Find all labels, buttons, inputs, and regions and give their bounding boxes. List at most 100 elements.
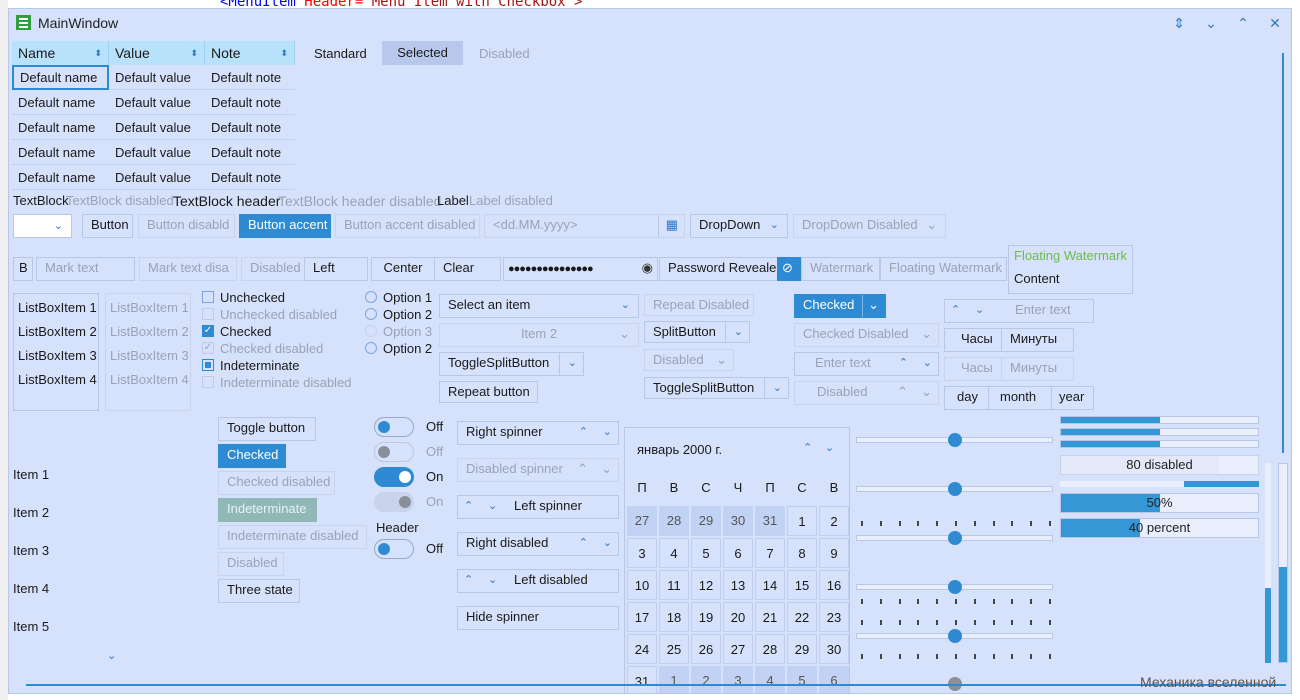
chevron-down-icon[interactable]: ⌄ bbox=[603, 422, 612, 442]
chevron-up-icon[interactable]: ⌃ bbox=[579, 422, 588, 442]
calendar-day[interactable]: 8 bbox=[787, 538, 817, 568]
calendar-day[interactable]: 14 bbox=[755, 570, 785, 600]
calendar-day[interactable]: 3 bbox=[627, 538, 657, 568]
calendar-day[interactable]: 20 bbox=[723, 602, 753, 632]
table-cell[interactable]: Default name bbox=[12, 140, 109, 165]
calendar-title[interactable]: январь 2000 г. bbox=[637, 442, 722, 457]
listbox-item[interactable]: ListBoxItem 2 bbox=[18, 320, 97, 344]
chevron-down-icon[interactable]: ⌄ bbox=[488, 496, 497, 516]
calendar-day[interactable]: 6 bbox=[819, 666, 849, 693]
eye-off-icon[interactable]: ⊘ bbox=[777, 257, 801, 281]
calendar-day[interactable]: 25 bbox=[659, 634, 689, 664]
grid-header-note[interactable]: Note ⬍ bbox=[205, 41, 295, 65]
checked-split-toggle[interactable]: Checked ⌄ bbox=[794, 294, 886, 318]
calendar-day[interactable]: 6 bbox=[723, 538, 753, 568]
toggle-button[interactable]: Toggle button bbox=[218, 417, 316, 441]
chevron-down-icon[interactable]: ⌄ bbox=[107, 649, 116, 662]
calendar-day[interactable]: 1 bbox=[787, 506, 817, 536]
toggle-button-checked[interactable]: Checked bbox=[218, 444, 286, 468]
color-dropdown[interactable]: ⌄ bbox=[13, 214, 72, 238]
app-menu-icon[interactable] bbox=[16, 15, 31, 30]
slider-thumb[interactable] bbox=[948, 482, 962, 496]
table-cell[interactable]: Default value bbox=[109, 140, 205, 165]
password-revealed[interactable]: Password Revealed bbox=[659, 257, 778, 281]
table-cell[interactable]: Default name bbox=[12, 90, 109, 115]
calendar-day[interactable]: 24 bbox=[627, 634, 657, 664]
calendar-day[interactable]: 5 bbox=[691, 538, 721, 568]
dropdown-button[interactable]: DropDown ⌄ bbox=[690, 214, 788, 238]
chevron-up-icon[interactable]: ⌃ bbox=[1231, 13, 1255, 33]
left-disabled-spinner[interactable]: ⌃ ⌄ Left disabled bbox=[457, 569, 619, 593]
toggle-split-button[interactable]: ToggleSplitButton ⌄ bbox=[439, 352, 584, 376]
floating-watermark-content-input[interactable]: Floating Watermark Content bbox=[1008, 245, 1133, 294]
watermark-input[interactable]: Watermark bbox=[801, 257, 880, 281]
textbox-center[interactable]: Center bbox=[371, 257, 435, 281]
tab-standard[interactable]: Standard bbox=[314, 46, 367, 61]
radio-option-2[interactable] bbox=[365, 308, 377, 320]
table-cell[interactable]: Default value bbox=[109, 115, 205, 140]
table-cell[interactable]: Default note bbox=[205, 115, 295, 140]
list-item[interactable]: Item 2 bbox=[13, 505, 49, 520]
date-parts-picker[interactable]: day month year bbox=[944, 386, 1094, 410]
checkbox-indeterminate[interactable] bbox=[202, 359, 214, 371]
checkbox-unchecked[interactable] bbox=[202, 291, 214, 303]
calendar-day[interactable]: 7 bbox=[755, 538, 785, 568]
listbox-item[interactable]: ListBoxItem 1 bbox=[18, 296, 97, 320]
calendar-day[interactable]: 29 bbox=[787, 634, 817, 664]
chevron-down-icon[interactable]: ⌄ bbox=[603, 533, 612, 553]
calendar-day[interactable]: 1 bbox=[659, 666, 689, 693]
left-spinner[interactable]: ⌃ ⌄ Left spinner bbox=[457, 495, 619, 519]
chevron-down-icon[interactable]: ⌄ bbox=[773, 378, 782, 398]
toggle-button-indeterminate[interactable]: Indeterminate bbox=[218, 498, 317, 522]
right-spinner[interactable]: Right spinner ⌃ ⌄ bbox=[457, 421, 619, 445]
calendar-icon[interactable]: ▦ bbox=[666, 215, 678, 235]
calendar-day[interactable]: 18 bbox=[659, 602, 689, 632]
calendar-day[interactable]: 2 bbox=[819, 506, 849, 536]
toggle-button-three-state[interactable]: Three state bbox=[218, 579, 300, 603]
calendar-day[interactable]: 26 bbox=[691, 634, 721, 664]
switch-on[interactable] bbox=[374, 467, 414, 487]
textbox-left[interactable]: Left bbox=[304, 257, 368, 281]
chevron-up-icon[interactable]: ⌃ bbox=[899, 353, 908, 373]
eye-icon[interactable]: ◉ bbox=[642, 258, 653, 278]
calendar-day[interactable]: 28 bbox=[659, 506, 689, 536]
calendar-day[interactable]: 9 bbox=[819, 538, 849, 568]
chevron-down-icon[interactable]: ⌄ bbox=[734, 322, 743, 342]
grid-header-name[interactable]: Name ⬍ bbox=[12, 41, 109, 65]
calendar-day[interactable]: 28 bbox=[755, 634, 785, 664]
listbox-item[interactable]: ListBoxItem 4 bbox=[18, 368, 97, 392]
chevron-down-icon[interactable]: ⌄ bbox=[568, 353, 577, 373]
checkbox-checked[interactable]: ✓ bbox=[202, 325, 214, 337]
calendar-day[interactable]: 15 bbox=[787, 570, 817, 600]
chevron-down-icon[interactable]: ⌄ bbox=[868, 295, 879, 315]
close-icon[interactable]: ✕ bbox=[1263, 13, 1287, 33]
table-cell[interactable]: Default note bbox=[205, 90, 295, 115]
vertical-scrollbar[interactable] bbox=[1282, 53, 1284, 453]
calendar-day[interactable]: 10 bbox=[627, 570, 657, 600]
repeat-button[interactable]: Repeat button bbox=[439, 381, 538, 403]
time-picker[interactable]: Часы Минуты bbox=[944, 328, 1074, 352]
calendar-day[interactable]: 27 bbox=[723, 634, 753, 664]
chevron-down-icon[interactable]: ⌄ bbox=[1199, 13, 1223, 33]
chevron-down-icon[interactable]: ⌄ bbox=[975, 300, 984, 320]
chevron-up-icon[interactable]: ⌃ bbox=[803, 441, 812, 454]
slider-thumb[interactable] bbox=[948, 580, 962, 594]
list-item[interactable]: Item 4 bbox=[13, 581, 49, 596]
calendar-day[interactable]: 23 bbox=[819, 602, 849, 632]
listbox-item[interactable]: ListBoxItem 3 bbox=[18, 344, 97, 368]
tab-selected[interactable]: Selected bbox=[382, 41, 463, 65]
calendar-day[interactable]: 31 bbox=[627, 666, 657, 693]
list-item[interactable]: Item 5 bbox=[13, 619, 49, 634]
password-box[interactable]: ●●●●●●●●●●●●●●● ◉ bbox=[503, 257, 658, 281]
right-disabled-spinner[interactable]: Right disabled ⌃ ⌄ bbox=[457, 532, 619, 556]
table-cell[interactable]: Default value bbox=[109, 90, 205, 115]
radio-option-1[interactable] bbox=[365, 291, 377, 303]
radio-option-2b[interactable] bbox=[365, 342, 377, 354]
calendar-day[interactable]: 21 bbox=[755, 602, 785, 632]
switch-with-header[interactable] bbox=[374, 539, 414, 559]
table-cell[interactable]: Default note bbox=[205, 65, 295, 90]
calendar-day[interactable]: 30 bbox=[723, 506, 753, 536]
calendar-day[interactable]: 30 bbox=[819, 634, 849, 664]
calendar-day[interactable]: 27 bbox=[627, 506, 657, 536]
button-accent[interactable]: Button accent bbox=[239, 214, 331, 238]
